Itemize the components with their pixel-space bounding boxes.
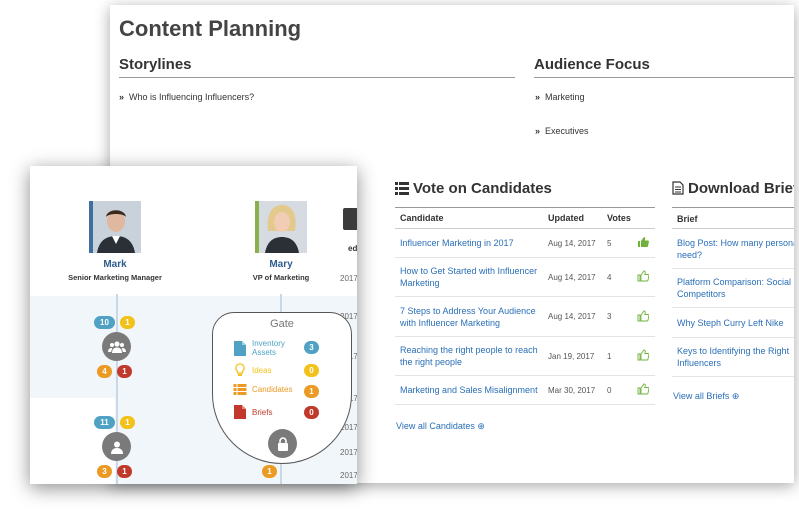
count-badge-blue: 10 [94,316,115,329]
candidate-link[interactable]: Influencer Marketing in 2017 [395,237,548,249]
brief-link[interactable]: Why Steph Curry Left Nike [672,308,794,338]
thumbs-up-icon[interactable] [631,310,655,324]
audience-focus-heading: Audience Focus [534,56,794,78]
column-brief: Brief [672,207,794,229]
document-icon [672,181,684,195]
candidate-link[interactable]: Reaching the right people to reach the r… [395,344,548,368]
candidates-table: Candidate Updated Votes Influencer Marke… [395,207,655,405]
list-icon [395,182,409,195]
view-all-briefs-link[interactable]: View all Briefs ⊕ [673,391,739,402]
lightbulb-icon [235,363,245,376]
count-badge-blue: 3 [304,341,319,354]
count-badge-red: 1 [117,465,132,478]
column-candidate: Candidate [400,213,444,223]
brief-link[interactable]: Blog Post: How many personal need? [672,229,794,269]
briefs-table: Brief Blog Post: How many personal need?… [672,207,794,377]
updated-date: Aug 14, 2017 [548,238,596,248]
count-badge-orange: 1 [262,465,277,478]
list-icon [233,384,247,395]
column-updated: Updated [548,213,584,223]
thumbs-up-icon[interactable] [631,349,655,363]
document-icon [234,340,246,356]
count-badge-yellow: 1 [120,416,135,429]
updated-date: Jan 19, 2017 [548,351,595,361]
storyline-item[interactable]: » Who is Influencing Influencers? [119,92,254,102]
group-icon[interactable] [102,332,131,361]
user-icon[interactable] [102,432,131,461]
avatar [255,201,307,253]
count-badge-yellow: 0 [304,364,319,377]
vote-count: 3 [607,312,612,321]
view-all-candidates-link[interactable]: View all Candidates ⊕ [396,421,485,432]
download-briefs-heading: Download Brief [672,180,794,197]
count-badge-yellow: 1 [120,316,135,329]
person-role: VP of Marketing [252,273,310,282]
table-row: Influencer Marketing in 2017 Aug 14, 201… [395,229,655,258]
table-row: How to Get Started with Influencer Marke… [395,258,655,297]
team-workflow-card: mit ed 2017 2017 2017 2017 2017 2017 201… [30,166,357,484]
updated-date: Aug 14, 2017 [548,272,596,282]
count-badge-orange: 3 [97,465,112,478]
audience-item[interactable]: » Executives [535,126,589,136]
lock-icon[interactable] [268,429,297,458]
count-badge-blue: 11 [94,416,115,429]
candidate-link[interactable]: 7 Steps to Address Your Audience with In… [395,305,548,329]
avatar [89,201,141,253]
updated-date: Mar 30, 2017 [548,385,596,395]
vote-count: 5 [607,238,612,248]
candidates-table-header: Candidate Updated Votes [395,207,655,229]
gate-item-ideas[interactable]: Ideas [233,363,272,377]
count-badge-orange: 4 [97,365,112,378]
column-votes: Votes [607,213,631,223]
gate-item-inventory-assets[interactable]: Inventory Assets [233,339,307,357]
updated-date: Aug 14, 2017 [548,312,596,321]
candidate-link[interactable]: Marketing and Sales Misalignment [395,384,548,396]
vote-count: 0 [607,385,612,395]
gate-panel: Gate Inventory Assets 3 Ideas 0 Candidat… [212,312,352,464]
person-name: Mark [103,259,127,270]
brief-link[interactable]: Platform Comparison: Social Competitors [672,269,794,308]
gate-item-candidates[interactable]: Candidates [233,384,292,395]
pdf-icon [234,405,246,419]
vote-count: 4 [607,272,612,282]
storylines-heading: Storylines [119,56,515,78]
page-title: Content Planning [119,16,302,41]
vote-count: 1 [607,351,612,361]
audience-item[interactable]: » Marketing [535,92,585,102]
table-row: 7 Steps to Address Your Audience with In… [395,297,655,337]
count-badge-red: 1 [117,365,132,378]
thumbs-up-icon[interactable] [631,383,655,397]
gate-item-briefs[interactable]: Briefs [233,405,272,419]
vote-on-candidates-heading: Vote on Candidates [395,180,552,197]
brief-link[interactable]: Keys to Identifying the Right Influencer… [672,338,794,377]
table-row: Reaching the right people to reach the r… [395,337,655,376]
team-member-mary[interactable]: Mary VP of Marketing [206,201,356,282]
thumbs-up-icon[interactable] [631,270,655,284]
thumbs-up-filled-icon[interactable] [631,236,655,250]
count-badge-red: 0 [304,406,319,419]
candidate-link[interactable]: How to Get Started with Influencer Marke… [395,265,548,289]
table-row: Marketing and Sales Misalignment Mar 30,… [395,376,655,405]
count-badge-orange: 1 [304,385,319,398]
person-role: Senior Marketing Manager [68,273,162,282]
team-member-mark[interactable]: Mark Senior Marketing Manager [40,201,190,282]
person-name: Mary [269,259,293,270]
gate-title: Gate [270,318,294,330]
